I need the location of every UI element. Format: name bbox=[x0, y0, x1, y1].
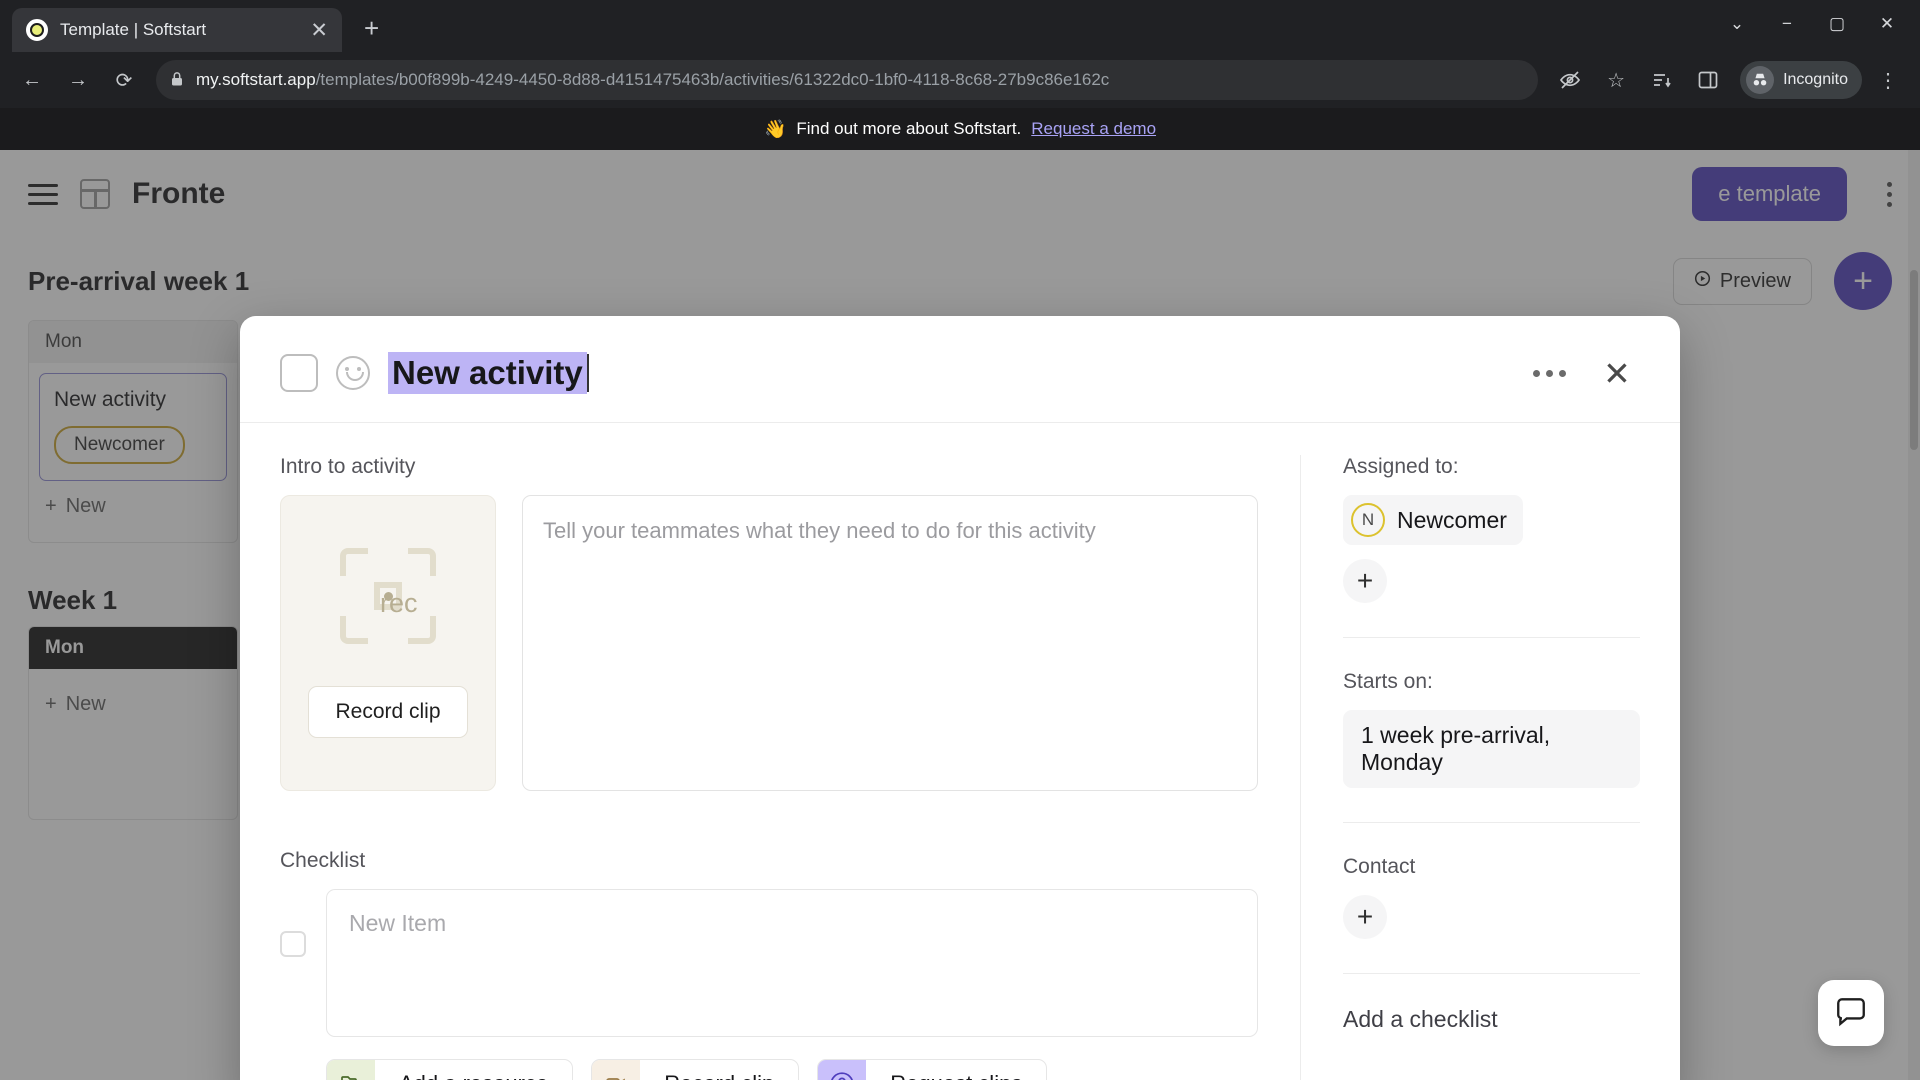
add-resource-label: Add a resource bbox=[375, 1071, 572, 1080]
request-clips-button[interactable]: Request clips bbox=[817, 1059, 1048, 1080]
checklist-label: Checklist bbox=[280, 849, 366, 872]
address-bar[interactable]: my.softstart.app/templates/b00f899b-4249… bbox=[156, 60, 1539, 100]
request-demo-link[interactable]: Request a demo bbox=[1031, 119, 1156, 139]
intro-description-input[interactable]: Tell your teammates what they need to do… bbox=[522, 495, 1258, 791]
record-clip-action-label: Record clip bbox=[640, 1071, 798, 1080]
url-domain: my.softstart.app bbox=[196, 70, 316, 89]
modal-header: New activity ✕ bbox=[240, 316, 1680, 422]
tab-close-icon[interactable]: ✕ bbox=[310, 20, 328, 41]
minimize-button[interactable]: − bbox=[1764, 4, 1810, 44]
waving-hand-icon: 👋 bbox=[763, 118, 787, 139]
assignee-name: Newcomer bbox=[1397, 506, 1507, 533]
navigation-bar: ← → ⟳ my.softstart.app/templates/b00f899… bbox=[0, 52, 1920, 108]
emoji-picker-icon[interactable] bbox=[336, 356, 370, 390]
incognito-avatar-icon bbox=[1746, 66, 1775, 94]
rec-text: rec bbox=[374, 582, 418, 618]
avatar: N bbox=[1351, 503, 1385, 537]
tab-strip: Template | Softstart ✕ + ⌄ − ▢ ✕ bbox=[0, 0, 1920, 52]
bookmark-star-icon[interactable]: ☆ bbox=[1596, 60, 1636, 100]
sidebar-divider bbox=[1343, 637, 1640, 638]
video-camera-icon bbox=[592, 1060, 641, 1080]
incognito-label: Incognito bbox=[1783, 71, 1848, 88]
record-clip-action-button[interactable]: Record clip bbox=[591, 1059, 800, 1080]
url-text: my.softstart.app/templates/b00f899b-4249… bbox=[196, 70, 1109, 90]
maximize-button[interactable]: ▢ bbox=[1814, 4, 1860, 44]
browser-window: Template | Softstart ✕ + ⌄ − ▢ ✕ ← → ⟳ m… bbox=[0, 0, 1920, 1080]
activity-detail-modal: New activity ✕ Intro to activity rec Rec… bbox=[240, 316, 1680, 1080]
assigned-to-label: Assigned to: bbox=[1343, 455, 1459, 478]
modal-main-column: Intro to activity rec Record clip Tell y… bbox=[280, 455, 1300, 1080]
add-checklist-link[interactable]: Add a checklist bbox=[1343, 1006, 1640, 1033]
modal-side-column: Assigned to: N Newcomer + Starts on: 1 w… bbox=[1300, 455, 1640, 1080]
rec-label: rec bbox=[340, 548, 436, 644]
browser-menu-icon[interactable]: ⋮ bbox=[1868, 60, 1908, 100]
checklist-item-checkbox[interactable] bbox=[280, 931, 306, 957]
add-contact-button[interactable]: + bbox=[1343, 895, 1387, 939]
activity-title-input[interactable]: New activity bbox=[388, 352, 589, 394]
intro-section: Intro to activity rec Record clip Tell y… bbox=[280, 455, 1258, 791]
eye-off-icon[interactable] bbox=[1550, 60, 1590, 100]
contact-label: Contact bbox=[1343, 855, 1416, 878]
tab-title: Template | Softstart bbox=[60, 20, 207, 39]
add-resource-button[interactable]: Add a resource bbox=[326, 1059, 574, 1080]
promo-text: Find out more about Softstart. bbox=[796, 119, 1022, 138]
folder-icon bbox=[327, 1060, 375, 1080]
lock-icon bbox=[170, 71, 184, 90]
incognito-profile-button[interactable]: Incognito bbox=[1740, 61, 1862, 99]
add-assignee-button[interactable]: + bbox=[1343, 559, 1387, 603]
modal-body: Intro to activity rec Record clip Tell y… bbox=[240, 423, 1680, 1080]
new-tab-button[interactable]: + bbox=[364, 13, 379, 44]
chat-bubble-icon bbox=[1834, 994, 1868, 1033]
softstart-favicon-icon bbox=[26, 19, 48, 41]
person-circle-icon bbox=[818, 1060, 867, 1080]
close-window-button[interactable]: ✕ bbox=[1864, 4, 1910, 44]
reading-list-icon[interactable] bbox=[1642, 60, 1682, 100]
assignee-chip[interactable]: N Newcomer bbox=[1343, 495, 1523, 545]
intercom-chat-button[interactable] bbox=[1818, 980, 1884, 1046]
checklist-section: Checklist New Item bbox=[280, 849, 1258, 1080]
intro-label: Intro to activity bbox=[280, 455, 416, 478]
record-frame-icon: rec bbox=[340, 548, 436, 644]
url-path: /templates/b00f899b-4249-4450-8d88-d4151… bbox=[315, 70, 1110, 89]
starts-on-value[interactable]: 1 week pre-arrival, Monday bbox=[1343, 710, 1640, 788]
starts-on-label: Starts on: bbox=[1343, 670, 1433, 693]
activity-title-text: New activity bbox=[392, 354, 583, 391]
checklist-actions: Add a resource Record clip bbox=[326, 1059, 1258, 1080]
modal-close-icon[interactable]: ✕ bbox=[1594, 350, 1640, 396]
page-viewport: 👋 Find out more about Softstart. Request… bbox=[0, 108, 1920, 1080]
app-content: Fronte e template Pre-arrival week 1 Pre… bbox=[0, 150, 1920, 1080]
side-panel-icon[interactable] bbox=[1688, 60, 1728, 100]
activity-complete-checkbox[interactable] bbox=[280, 354, 318, 392]
sidebar-divider bbox=[1343, 973, 1640, 974]
promo-banner: 👋 Find out more about Softstart. Request… bbox=[0, 108, 1920, 150]
request-clips-label: Request clips bbox=[866, 1071, 1046, 1080]
window-controls: ⌄ − ▢ ✕ bbox=[1714, 4, 1910, 44]
back-icon[interactable]: ← bbox=[12, 60, 52, 100]
checklist-item-input[interactable]: New Item bbox=[326, 889, 1258, 1037]
modal-more-icon[interactable] bbox=[1523, 360, 1576, 387]
forward-icon[interactable]: → bbox=[58, 60, 98, 100]
record-clip-placeholder[interactable]: rec Record clip bbox=[280, 495, 496, 791]
browser-tab[interactable]: Template | Softstart ✕ bbox=[12, 8, 342, 52]
text-caret bbox=[586, 354, 589, 392]
tab-search-icon[interactable]: ⌄ bbox=[1714, 4, 1760, 44]
sidebar-divider bbox=[1343, 822, 1640, 823]
reload-icon[interactable]: ⟳ bbox=[104, 60, 144, 100]
record-clip-button[interactable]: Record clip bbox=[308, 686, 468, 738]
